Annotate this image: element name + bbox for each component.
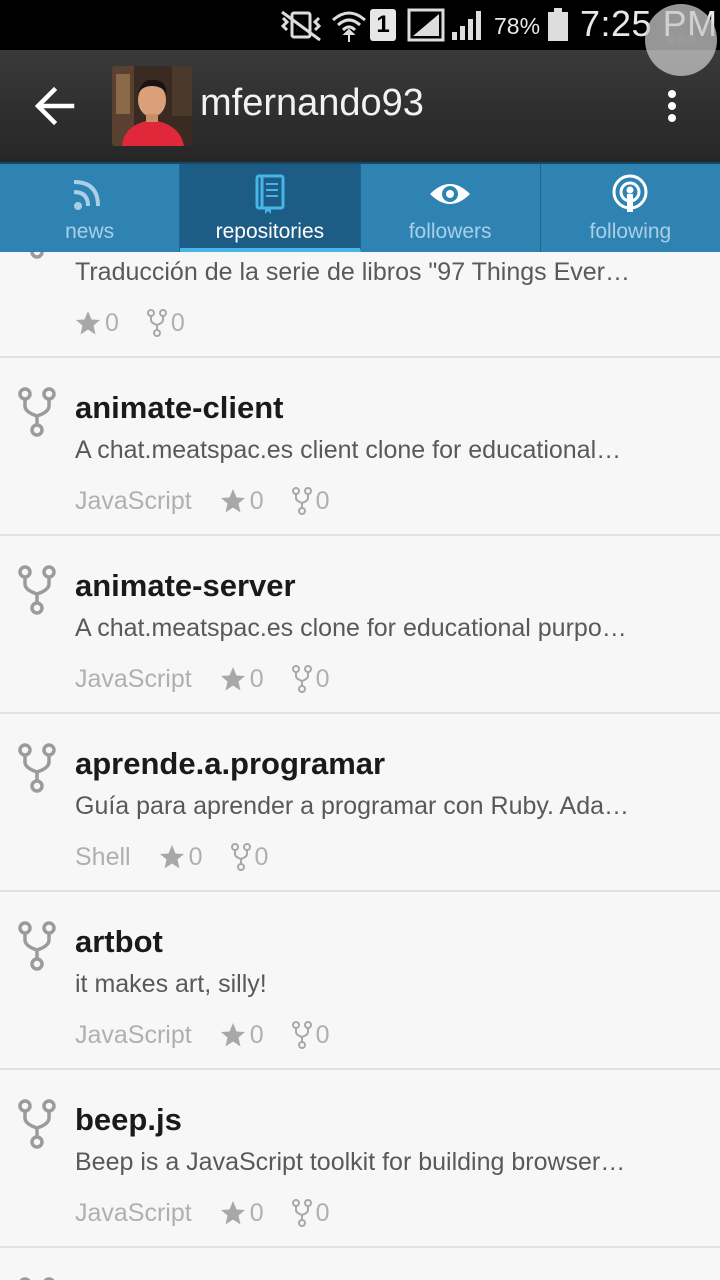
list-item[interactable] bbox=[0, 1248, 720, 1280]
star-count: 0 bbox=[105, 308, 119, 337]
repo-meta: JavaScript 0 0 bbox=[75, 1195, 358, 1231]
fork-icon bbox=[18, 387, 56, 437]
eye-icon bbox=[430, 184, 471, 204]
tab-repositories[interactable]: repositories bbox=[180, 164, 361, 252]
fork-icon bbox=[18, 921, 56, 971]
star-count: 0 bbox=[249, 1198, 264, 1227]
fork-count: 0 bbox=[315, 1198, 330, 1227]
repository-list: Traducción de la serie de libros "97 Thi… bbox=[0, 252, 720, 1280]
list-item[interactable]: animate-client A chat.meatspac.es client… bbox=[0, 358, 720, 536]
repo-meta: 0 0 bbox=[75, 305, 213, 341]
list-item[interactable]: artbot it makes art, silly! JavaScript 0… bbox=[0, 892, 720, 1070]
list-item[interactable]: animate-server A chat.meatspac.es clone … bbox=[0, 536, 720, 714]
fork-count: 0 bbox=[254, 842, 269, 871]
signal-icon bbox=[452, 11, 481, 40]
fork-count-icon bbox=[291, 1199, 312, 1227]
fork-icon bbox=[18, 565, 56, 615]
tab-news[interactable]: news bbox=[0, 164, 181, 252]
profile-username: mfernando93 bbox=[200, 82, 424, 124]
status-bar: 1 78% 7:25 PM bbox=[0, 0, 720, 50]
repo-description: Beep is a JavaScript toolkit for buildin… bbox=[75, 1148, 626, 1176]
star-count: 0 bbox=[249, 486, 264, 515]
battery-icon bbox=[548, 8, 568, 41]
repo-description: A chat.meatspac.es client clone for educ… bbox=[75, 436, 622, 464]
repo-language: JavaScript bbox=[75, 486, 192, 515]
sim-1-icon: 1 bbox=[370, 9, 396, 41]
repo-language: Shell bbox=[75, 842, 131, 871]
star-icon bbox=[220, 489, 245, 513]
fork-count: 0 bbox=[170, 308, 185, 337]
repo-meta: JavaScript 0 0 bbox=[75, 483, 358, 519]
repo-description: A chat.meatspac.es clone for educational… bbox=[75, 614, 627, 642]
broadcast-icon bbox=[612, 174, 648, 212]
repo-name: beep.js bbox=[75, 1102, 182, 1137]
tab-following[interactable]: following bbox=[540, 164, 720, 252]
star-icon bbox=[220, 1023, 245, 1047]
repo-meta: JavaScript 0 0 bbox=[75, 1017, 358, 1053]
list-item[interactable]: beep.js Beep is a JavaScript toolkit for… bbox=[0, 1070, 720, 1248]
fork-icon bbox=[18, 1099, 56, 1149]
fork-icon bbox=[18, 743, 56, 793]
mute-vibrate-icon bbox=[280, 10, 322, 42]
back-arrow-icon[interactable] bbox=[28, 80, 84, 132]
fork-count-icon bbox=[230, 843, 251, 871]
repo-meta: Shell 0 0 bbox=[75, 839, 296, 875]
sim-slot-label: 1 bbox=[376, 11, 390, 38]
tab-followers-label: followers bbox=[408, 220, 492, 243]
floating-menu-bubble-icon[interactable] bbox=[645, 4, 717, 76]
fork-count-icon bbox=[291, 665, 312, 693]
fork-count: 0 bbox=[315, 1020, 330, 1049]
fork-count-icon bbox=[291, 1021, 312, 1049]
tab-news-label: news bbox=[65, 220, 115, 243]
repo-description: it makes art, silly! bbox=[75, 970, 267, 998]
battery-percent: 78% bbox=[494, 13, 541, 39]
star-count: 0 bbox=[188, 842, 203, 871]
star-count: 0 bbox=[249, 664, 264, 693]
repo-meta: JavaScript 0 0 bbox=[75, 661, 358, 697]
star-icon bbox=[76, 311, 100, 335]
fork-icon bbox=[30, 252, 44, 259]
tab-bar: news repositories followers following bbox=[0, 162, 720, 252]
tab-repositories-label: repositories bbox=[215, 220, 325, 243]
fork-icon bbox=[19, 1277, 55, 1280]
avatar[interactable] bbox=[112, 66, 192, 146]
list-item[interactable]: aprende.a.programar Guía para aprender a… bbox=[0, 714, 720, 892]
repo-name: aprende.a.programar bbox=[75, 746, 386, 781]
wifi-icon bbox=[332, 11, 366, 42]
repo-description: Guía para aprender a programar con Ruby.… bbox=[75, 792, 630, 820]
fork-count: 0 bbox=[315, 664, 330, 693]
star-icon bbox=[159, 845, 184, 869]
star-icon bbox=[220, 1201, 245, 1225]
fork-count: 0 bbox=[315, 486, 330, 515]
repo-description: Traducción de la serie de libros "97 Thi… bbox=[75, 258, 630, 286]
repo-language: JavaScript bbox=[75, 1198, 192, 1227]
book-icon bbox=[255, 174, 285, 214]
repo-name: artbot bbox=[75, 924, 163, 959]
tab-following-label: following bbox=[589, 220, 672, 243]
repo-language: JavaScript bbox=[75, 664, 192, 693]
star-icon bbox=[220, 667, 245, 691]
fork-count-icon bbox=[146, 309, 167, 337]
rss-icon bbox=[73, 180, 100, 210]
tab-followers[interactable]: followers bbox=[360, 164, 541, 252]
repo-name: animate-server bbox=[75, 568, 296, 603]
fork-count-icon bbox=[291, 487, 312, 515]
list-item[interactable]: Traducción de la serie de libros "97 Thi… bbox=[0, 252, 720, 358]
repo-language: JavaScript bbox=[75, 1020, 192, 1049]
star-count: 0 bbox=[249, 1020, 264, 1049]
signal-icon bbox=[407, 8, 445, 42]
overflow-menu-icon[interactable] bbox=[652, 84, 692, 128]
action-bar: mfernando93 bbox=[0, 50, 720, 162]
repo-name: animate-client bbox=[75, 390, 284, 425]
